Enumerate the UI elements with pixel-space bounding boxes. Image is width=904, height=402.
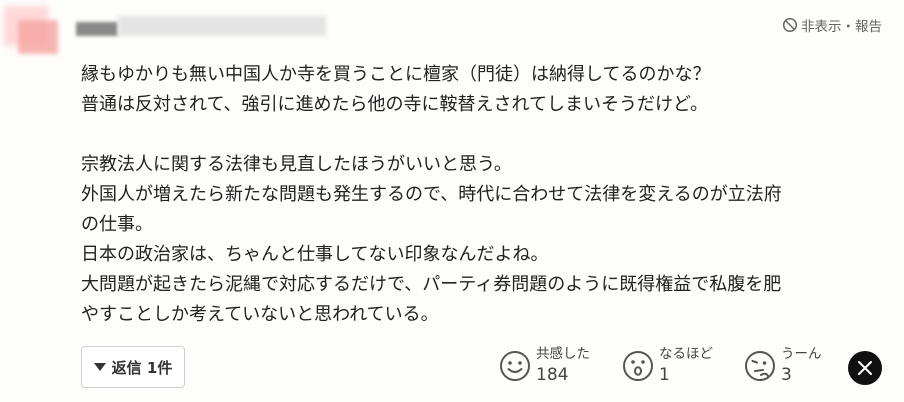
thinking-face-icon (745, 351, 775, 381)
comment-line: 日本の政治家は、ちゃんと仕事してない印象なんだよね。 (81, 244, 549, 265)
comment-line: の仕事。 (81, 214, 153, 235)
reaction-empathy-button[interactable]: 共感した 184 (499, 344, 590, 386)
surprised-face-icon (623, 351, 653, 381)
reply-toggle-button[interactable]: 返信 1件 (81, 346, 185, 388)
reaction-label: 共感した (536, 346, 590, 362)
reaction-insight-button[interactable]: なるほど 1 (622, 344, 713, 386)
reaction-count: 1 (659, 365, 670, 385)
comment-line: 宗教法人に関する法律も見直したほうがいいと思う。 (81, 154, 512, 175)
comment-line: 普通は反対されて、強引に進めたら他の寺に鞍替えされてしまいそうだけど。 (81, 94, 709, 115)
reaction-count: 3 (781, 365, 792, 385)
smile-icon (500, 351, 530, 381)
comment-body: 縁もゆかりも無い中国人か寺を買うことに檀家（門徒）は納得してるのかな？ 普通は反… (81, 60, 881, 330)
reply-label: 返信 1件 (111, 358, 173, 377)
avatar (0, 4, 62, 56)
comment-line: 縁もゆかりも無い中国人か寺を買うことに檀家（門徒）は納得してるのかな？ (81, 64, 711, 85)
prohibit-icon (782, 17, 798, 33)
reaction-count: 184 (536, 365, 569, 385)
x-logo-icon (858, 361, 872, 375)
reaction-label: うーん (781, 346, 822, 362)
reaction-label: なるほど (659, 346, 713, 362)
comment-line: 大問題が起きたら泥縄で対応するだけで、パーティ券問題のように既得権益で私腹を肥 (81, 274, 782, 295)
comment-line: 外国人が増えたら新たな問題も発生するので、時代に合わせて法律を変えるのが立法府 (81, 184, 782, 205)
hide-report-button[interactable]: 非表示・報告 (782, 15, 882, 35)
comment-line: やすことしか考えていないと思われている。 (81, 304, 439, 325)
reaction-hmm-button[interactable]: うーん 3 (744, 344, 822, 386)
hide-report-label: 非表示・報告 (801, 19, 882, 35)
share-x-button[interactable] (848, 351, 882, 385)
triangle-down-icon (93, 363, 106, 371)
username-blurred (76, 10, 326, 38)
